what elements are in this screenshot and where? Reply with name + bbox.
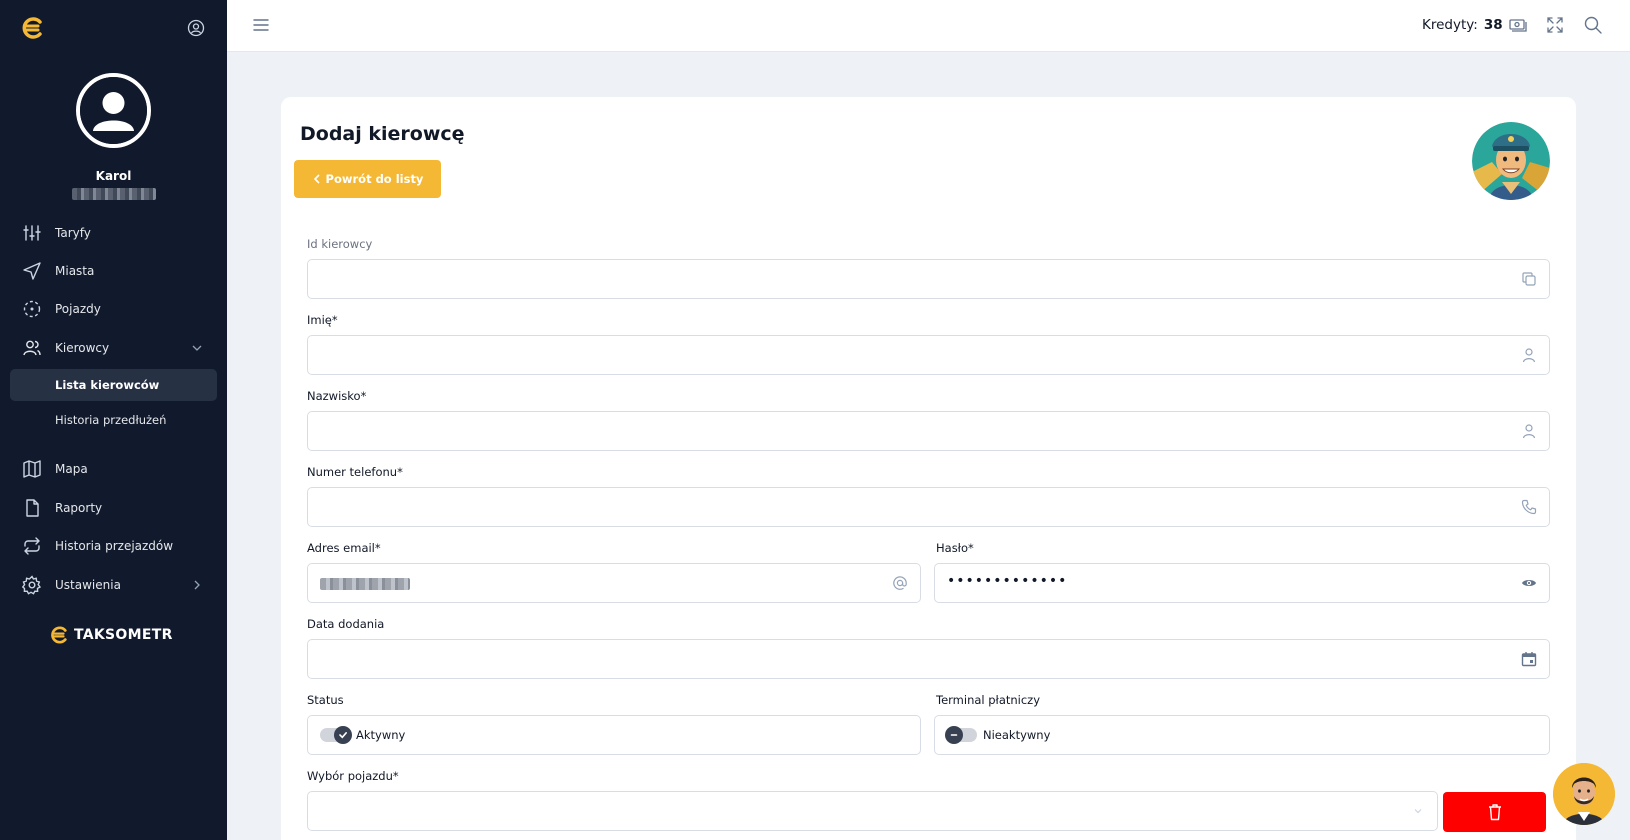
nav-label: Raporty	[55, 501, 103, 515]
person-icon	[1521, 423, 1537, 439]
at-icon	[892, 575, 908, 591]
email-field[interactable]	[307, 563, 921, 603]
chevron-right-icon	[191, 579, 203, 591]
phone-field[interactable]	[307, 487, 1550, 527]
topbar: Kredyty: 38	[227, 0, 1630, 52]
nav-historia-przejazdow[interactable]: Historia przejazdów	[0, 527, 227, 565]
nav-raporty[interactable]: Raporty	[0, 489, 227, 527]
credits-display: Kredyty: 38	[1422, 17, 1527, 33]
add-driver-card: Dodaj kierowcę Powrót do listy Id kierow…	[281, 97, 1576, 840]
nav-label: Mapa	[55, 462, 88, 476]
driver-id-field[interactable]	[307, 259, 1550, 299]
user-name: Karol	[95, 169, 132, 183]
first-name-label: Imię*	[307, 313, 338, 327]
vehicle-icon	[22, 299, 42, 319]
credits-value: 38	[1483, 17, 1503, 33]
password-field[interactable]: •••••••••••••	[934, 563, 1550, 603]
nav-label: Ustawienia	[55, 578, 121, 592]
password-label: Hasło*	[936, 541, 974, 555]
back-button-label: Powrót do listy	[325, 172, 424, 186]
chevron-left-icon	[313, 174, 320, 184]
vehicle-select-label: Wybór pojazdu*	[307, 769, 399, 783]
trash-icon	[1488, 804, 1501, 821]
nav-label: Kierowcy	[55, 341, 110, 355]
chevron-down-icon	[1413, 806, 1423, 816]
back-to-list-button[interactable]: Powrót do listy	[294, 160, 441, 198]
page-title: Dodaj kierowcę	[300, 123, 465, 145]
nav-taryfy[interactable]: Taryfy	[0, 214, 227, 252]
status-field: Aktywny	[307, 715, 921, 755]
terminal-label: Terminal płatniczy	[936, 693, 1041, 707]
person-icon	[1521, 347, 1537, 363]
menu-icon[interactable]	[253, 18, 269, 32]
driver-id-label: Id kierowcy	[307, 237, 373, 251]
subnav-label: Historia przedłużeń	[55, 413, 167, 427]
file-icon	[22, 498, 42, 518]
last-name-field[interactable]	[307, 411, 1550, 451]
users-icon	[22, 338, 42, 358]
repeat-icon	[22, 536, 42, 556]
subnav-label: Lista kierowców	[55, 378, 160, 392]
sliders-icon	[22, 223, 42, 243]
nav-label: Pojazdy	[55, 302, 101, 316]
terminal-toggle-group: Nieaktywny	[945, 726, 1051, 744]
minus-icon	[945, 726, 963, 744]
credits-label: Kredyty:	[1422, 17, 1478, 33]
subnav-lista-kierowcow[interactable]: Lista kierowców	[10, 369, 217, 401]
fullscreen-icon[interactable]	[1547, 17, 1563, 33]
calendar-icon[interactable]	[1521, 651, 1537, 667]
nav-pojazdy[interactable]: Pojazdy	[0, 290, 227, 328]
nav-label: Miasta	[55, 264, 95, 278]
subnav-historia-przedluzen[interactable]: Historia przedłużeń	[10, 404, 217, 436]
brand-name: TAKSOMETR	[74, 627, 173, 643]
sidebar: Karol Taryfy Miasta Pojazdy Kierowcy Lis…	[0, 0, 227, 840]
nav-mapa[interactable]: Mapa	[0, 450, 227, 488]
password-value: •••••••••••••	[947, 573, 1068, 589]
date-added-field[interactable]	[307, 639, 1550, 679]
brand-mark-icon	[51, 626, 67, 644]
nav-label: Taryfy	[55, 226, 91, 240]
check-icon	[334, 726, 352, 744]
nav-miasta[interactable]: Miasta	[0, 252, 227, 290]
gear-icon	[22, 575, 42, 595]
copy-icon[interactable]	[1521, 271, 1537, 287]
driver-avatar	[1472, 122, 1550, 200]
search-icon[interactable]	[1584, 16, 1602, 34]
user-role-redacted	[72, 188, 156, 200]
status-toggle[interactable]	[320, 726, 352, 744]
account-icon[interactable]	[187, 19, 205, 37]
app-logo-icon[interactable]	[18, 16, 46, 40]
phone-label: Numer telefonu*	[307, 465, 403, 479]
nav-kierowcy[interactable]: Kierowcy	[0, 329, 227, 367]
delete-vehicle-button[interactable]	[1443, 792, 1546, 832]
user-avatar	[76, 73, 151, 148]
chevron-down-icon	[191, 342, 203, 354]
nav-label: Historia przejazdów	[55, 539, 174, 553]
first-name-field[interactable]	[307, 335, 1550, 375]
eye-icon[interactable]	[1521, 575, 1537, 591]
email-value-redacted	[320, 578, 410, 590]
last-name-label: Nazwisko*	[307, 389, 367, 403]
phone-icon	[1521, 499, 1537, 515]
support-chat-avatar[interactable]	[1553, 763, 1615, 825]
status-toggle-group: Aktywny	[320, 726, 406, 744]
email-label: Adres email*	[307, 541, 381, 555]
date-added-label: Data dodania	[307, 617, 385, 631]
terminal-field: Nieaktywny	[934, 715, 1550, 755]
map-icon	[22, 459, 42, 479]
terminal-value: Nieaktywny	[983, 728, 1051, 742]
cash-icon[interactable]	[1508, 17, 1527, 33]
brand-logo: TAKSOMETR	[48, 626, 173, 644]
vehicle-select[interactable]	[307, 791, 1438, 831]
nav-ustawienia[interactable]: Ustawienia	[0, 566, 227, 604]
status-label: Status	[307, 693, 344, 707]
status-value: Aktywny	[356, 728, 406, 742]
terminal-toggle[interactable]	[945, 726, 977, 744]
navigation-icon	[22, 261, 42, 281]
